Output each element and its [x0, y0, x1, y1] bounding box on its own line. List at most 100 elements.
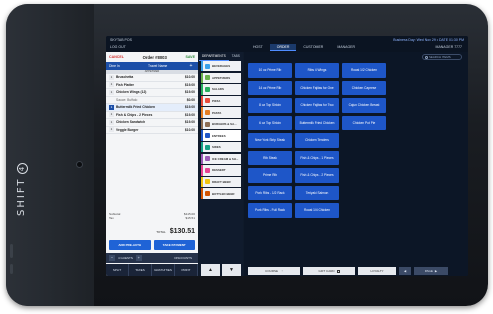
- menu-item-button[interactable]: Pork Ribs - 1/2 Rack: [248, 185, 292, 200]
- department-sides[interactable]: SIDES: [201, 142, 241, 153]
- total-label: TOTAL: [156, 230, 166, 234]
- take-payment-button[interactable]: TAKE PAYMENT: [153, 240, 195, 250]
- user-badge[interactable]: MANAGER 7777: [436, 45, 462, 49]
- add-pre-auth-button[interactable]: ADD PRE-AUTH: [109, 240, 151, 250]
- menu-item-button[interactable]: Pork Ribs - Full Rack: [248, 203, 292, 218]
- order-line[interactable]: 1 Bruschetta $10.00: [106, 74, 198, 82]
- save-button[interactable]: SAVE: [185, 55, 195, 59]
- tab-order[interactable]: ORDER: [269, 44, 297, 51]
- menu-item-button[interactable]: 14 oz Prime Rib: [248, 80, 292, 95]
- line-item-price: $19.00: [184, 112, 195, 117]
- menu-item-button[interactable]: Chicken Pot Pie: [342, 115, 386, 130]
- menu-item-button[interactable]: Chicken Caprese: [342, 80, 386, 95]
- department-dessert[interactable]: DESSERT: [201, 165, 241, 176]
- order-line[interactable]: 1 Veggie Burger $10.00: [106, 127, 198, 134]
- menu-item-button[interactable]: New York Strip Steak: [248, 133, 292, 148]
- menu-item-button[interactable]: Chicken Tenders: [295, 133, 339, 148]
- arrow-down-icon[interactable]: ▼: [222, 264, 241, 276]
- split-button[interactable]: SPLIT: [106, 264, 129, 276]
- order-title: Order #8003: [142, 54, 167, 60]
- department-appetizers[interactable]: APPETIZERS: [201, 72, 241, 83]
- department-pasta[interactable]: PASTA: [201, 107, 241, 118]
- department-draft-beer[interactable]: DRAFT BEER: [201, 176, 241, 188]
- guest-increment-button[interactable]: +: [135, 255, 142, 261]
- menu-item-button[interactable]: Roast 1/4 Chicken: [295, 203, 339, 218]
- tab-tabs[interactable]: TABS: [229, 52, 243, 61]
- department-label: SALADS: [212, 87, 224, 92]
- menu-item-button[interactable]: Prime Rib: [248, 168, 292, 183]
- guest-name-select[interactable]: Travel Name: [148, 64, 187, 68]
- print-button[interactable]: PRINT: [175, 264, 198, 276]
- department-icon: [205, 63, 210, 69]
- tab-departments[interactable]: DEPARTMENTS: [199, 52, 229, 61]
- department-label: ENTREES: [212, 133, 226, 138]
- line-item-price: $10.00: [184, 75, 195, 80]
- order-line[interactable]: 1 Buttermilk Fried Chicken $19.00: [106, 104, 198, 112]
- tab-manager[interactable]: MANAGER: [330, 44, 362, 51]
- department-icon: [205, 133, 210, 139]
- add-customer-icon[interactable]: +: [187, 63, 195, 69]
- menu-item-button[interactable]: Teriyaki Salmon: [295, 185, 339, 200]
- gift-card-button[interactable]: GIFT CARD: [303, 267, 355, 275]
- departments-tabs: DEPARTMENTS TABS: [199, 52, 243, 61]
- page-prev-icon[interactable]: ◀: [399, 267, 411, 275]
- menu-item-button[interactable]: Chicken Fajitas for One: [295, 80, 339, 95]
- logout-button[interactable]: LOG OUT: [110, 45, 126, 49]
- empty-item-slot: [342, 133, 386, 148]
- menu-item-button[interactable]: 6 oz Top Sirloin: [248, 115, 292, 130]
- line-item-price: $0.00: [186, 97, 195, 102]
- order-line[interactable]: 1 Fish Platter $19.00: [106, 82, 198, 89]
- department-icon: [205, 156, 210, 162]
- arrow-up-icon[interactable]: ▲: [201, 264, 220, 276]
- order-line[interactable]: Sauce: Buffalo $0.00: [106, 97, 198, 104]
- order-panel: CANCEL Order #8003 SAVE Dine In Travel N…: [106, 52, 198, 276]
- department-ice-cream-sh[interactable]: ICE CREAM & SH...: [201, 153, 241, 165]
- line-item-price: $19.00: [184, 105, 195, 110]
- menu-item-button[interactable]: Roast 1/2 Chicken: [342, 63, 386, 78]
- department-beverages[interactable]: BEVERAGES: [201, 61, 241, 72]
- empty-item-slot: [389, 168, 433, 183]
- loyalty-button[interactable]: LOYALTY: [358, 267, 396, 275]
- guest-decrement-button[interactable]: −: [109, 255, 115, 261]
- course-button[interactable]: COURSE ◔: [248, 267, 300, 275]
- discounts-button[interactable]: DISCOUNTS: [174, 256, 198, 260]
- menu-item-button[interactable]: Fish & Chips - 2 Pieces: [295, 168, 339, 183]
- menu-item-button[interactable]: Rib Steak: [248, 150, 292, 165]
- department-salads[interactable]: SALADS: [201, 84, 241, 95]
- item-bottom-bar: COURSE ◔ GIFT CARD LOYALTY ◀ PAGE ▶: [244, 266, 468, 276]
- menu-item-button[interactable]: Chicken Fajitas for Two: [295, 98, 339, 113]
- tab-host[interactable]: HOST: [246, 44, 270, 51]
- line-item-name: Buttermilk Fried Chicken: [116, 105, 156, 110]
- menu-item-button[interactable]: 10 oz Prime Rib: [248, 63, 292, 78]
- menu-item-button[interactable]: 8 oz Top Sirloin: [248, 98, 292, 113]
- menu-item-button[interactable]: Ribs 4 Wings: [295, 63, 339, 78]
- menu-item-button[interactable]: Cajun Chicken Breast: [342, 98, 386, 113]
- order-line[interactable]: 1 Chicken Sandwich $19.00: [106, 119, 198, 127]
- line-quantity: 1: [109, 112, 114, 118]
- order-line[interactable]: 1 Chicken Wings (12) $19.00: [106, 89, 198, 97]
- department-entrees[interactable]: ENTREES: [201, 130, 241, 141]
- department-label: BURGERS & SA...: [212, 122, 237, 127]
- tax-value: $15.51: [185, 216, 195, 221]
- department-label: BOTTLED BEER: [212, 191, 235, 196]
- department-bottled-beer[interactable]: BOTTLED BEER: [201, 188, 241, 199]
- line-item-name: Veggie Burger: [116, 127, 139, 132]
- departments-panel: DEPARTMENTS TABS BEVERAGES APPETIZERS SALA…: [199, 52, 243, 276]
- empty-item-slot: [389, 116, 433, 131]
- page-next-button[interactable]: PAGE ▶: [414, 267, 448, 275]
- search-input[interactable]: SEARCH ITEMS: [422, 54, 462, 60]
- tab-customer[interactable]: CUSTOMER: [296, 44, 330, 51]
- order-line[interactable]: 1 Fish & Chips - 2 Pieces $19.00: [106, 112, 198, 119]
- menu-item-button[interactable]: Buttermilk Fried Chicken: [295, 115, 339, 130]
- department-label: DRAFT BEER: [212, 179, 231, 184]
- cancel-button[interactable]: CANCEL: [109, 55, 124, 59]
- empty-item-slot: [342, 168, 386, 183]
- department-burgers-sa[interactable]: BURGERS & SA...: [201, 118, 241, 130]
- gratuities-button[interactable]: GRATUITIES: [152, 264, 175, 276]
- taxes-button[interactable]: TAXES: [129, 264, 152, 276]
- line-item-name: Fish Platter: [116, 82, 134, 87]
- line-quantity: 1: [109, 127, 114, 133]
- department-pizza[interactable]: PIZZA: [201, 95, 241, 107]
- menu-item-button[interactable]: Fish & Chips - 1 Pieces: [295, 150, 339, 165]
- order-type-select[interactable]: Dine In: [109, 64, 148, 68]
